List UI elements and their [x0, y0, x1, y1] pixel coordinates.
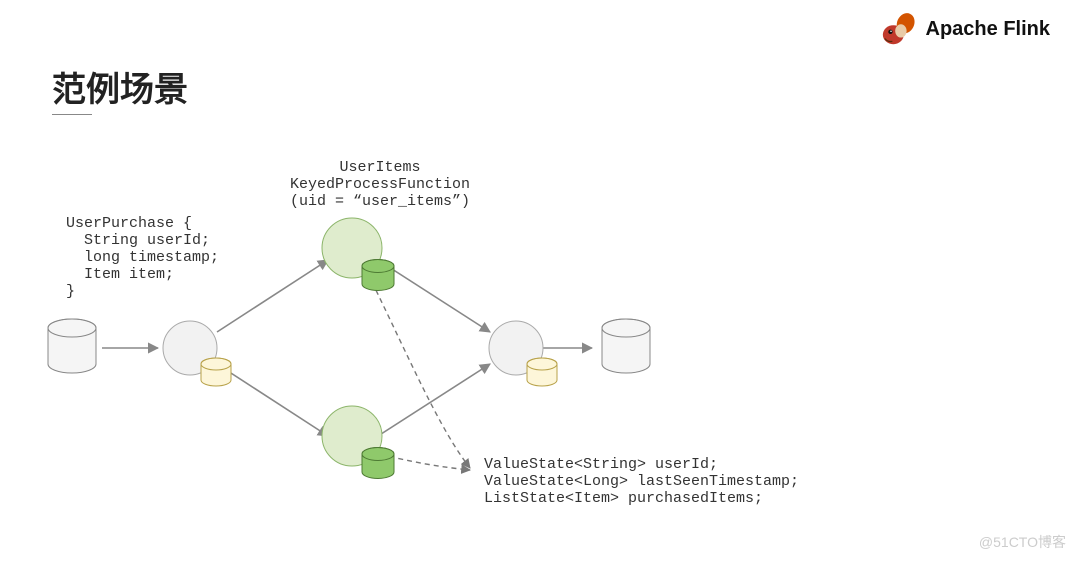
- pipeline-diagram: [30, 130, 790, 530]
- flink-squirrel-icon: [880, 10, 918, 48]
- sink-cylinder-icon: [602, 319, 650, 373]
- page-title: 范例场景: [52, 62, 188, 111]
- operator-merge-node: [489, 321, 557, 386]
- user-items-operator-bottom: [322, 406, 394, 479]
- state-db-small-icon: [201, 358, 231, 386]
- brand-block: Apache Flink: [880, 10, 1050, 48]
- brand-name: Apache Flink: [926, 18, 1050, 41]
- user-items-operator-top: [322, 218, 394, 291]
- title-underline: [52, 114, 92, 115]
- state-db-icon: [362, 448, 394, 479]
- source-cylinder-icon: [48, 319, 96, 373]
- watermark-text: @51CTO博客: [979, 532, 1066, 552]
- state-db-icon: [362, 260, 394, 291]
- operator-keyby-node: [163, 321, 231, 386]
- state-db-small-icon: [527, 358, 557, 386]
